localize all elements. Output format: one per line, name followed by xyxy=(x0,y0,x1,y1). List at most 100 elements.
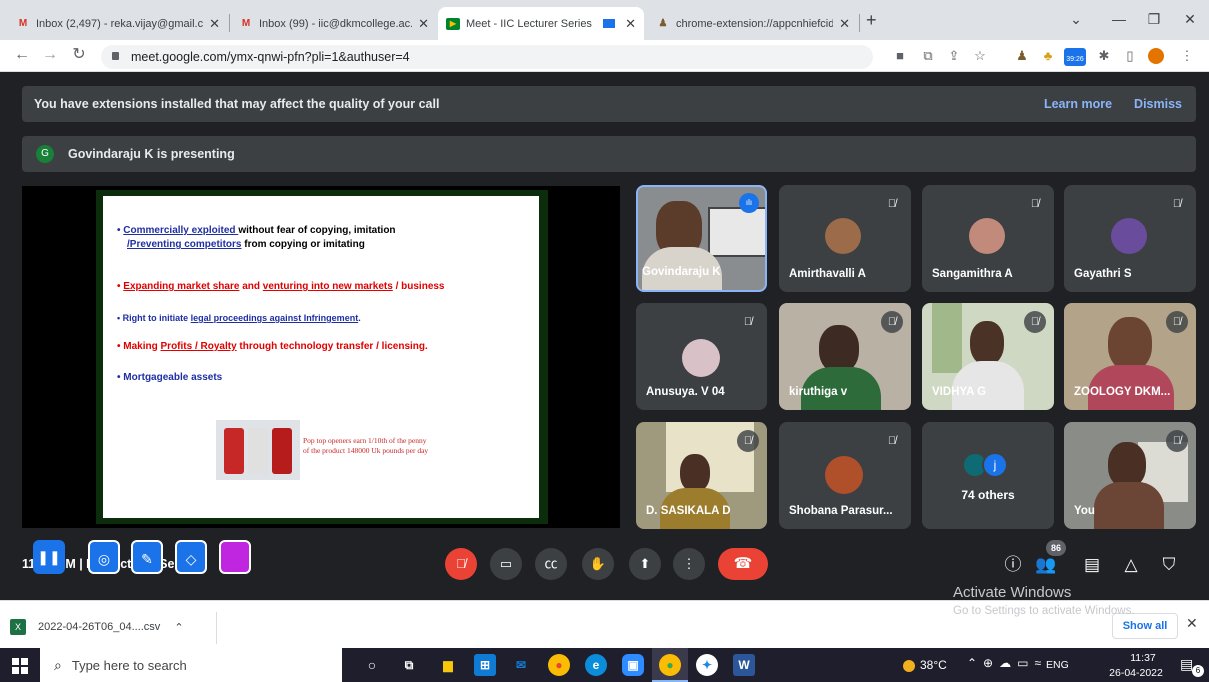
participant-avatar xyxy=(682,339,720,377)
presenting-bar: G Govindaraju K is presenting xyxy=(22,136,1196,172)
activities-icon[interactable]: △ xyxy=(1119,553,1143,577)
side-panel-icon[interactable]: ▯ xyxy=(1120,46,1140,66)
close-window-button[interactable]: ✕ xyxy=(1175,8,1205,30)
mail-icon[interactable]: ✉ xyxy=(510,654,532,676)
extensions-puzzle-icon[interactable]: ✱ xyxy=(1094,46,1114,66)
participant-tile[interactable]: 🎙̸ ZOOLOGY DKM... xyxy=(1064,303,1196,410)
chrome-icon[interactable]: ● xyxy=(659,654,681,676)
captions-button[interactable]: ㏄ xyxy=(535,548,567,580)
people-icon[interactable]: 👥 xyxy=(1034,553,1058,577)
mic-off-icon: 🎙̸ xyxy=(1166,430,1188,452)
new-tab-button[interactable]: + xyxy=(866,10,877,31)
participant-tile[interactable]: 🎙̸ kiruthiga v xyxy=(779,303,911,410)
camera-button[interactable]: ▭ xyxy=(490,548,522,580)
timer-extension-badge[interactable]: 39:26 xyxy=(1064,48,1086,66)
participant-tile[interactable]: 🎙̸ D. SASIKALA D xyxy=(636,422,767,529)
pen-icon[interactable]: ✎ xyxy=(131,540,163,574)
close-icon[interactable]: ✕ xyxy=(625,16,636,32)
tab-search-icon[interactable]: ⌄ xyxy=(1061,8,1091,30)
close-icon[interactable]: ✕ xyxy=(418,16,429,32)
extension-icon[interactable]: ♟ xyxy=(1012,46,1032,66)
taskbar-search-box[interactable]: ⌕ Type here to search xyxy=(40,648,342,682)
minimize-button[interactable]: — xyxy=(1104,8,1134,30)
participant-tile[interactable]: 🎙̸ Gayathri S xyxy=(1064,185,1196,292)
participant-tile[interactable]: 🎙̸ Shobana Parasur... xyxy=(779,422,911,529)
eraser-icon[interactable]: ◇ xyxy=(175,540,207,574)
participant-name: Amirthavalli A xyxy=(789,268,866,280)
system-tray-icons[interactable]: ⌃⊕☁▭≈ xyxy=(967,656,1047,670)
mic-off-button[interactable]: 🎙̸ xyxy=(445,548,477,580)
dismiss-button[interactable]: Dismiss xyxy=(1134,97,1182,111)
raise-hand-button[interactable]: ✋ xyxy=(582,548,614,580)
slide-text: Mortgageable assets xyxy=(123,372,223,383)
task-view-icon[interactable]: ⧉ xyxy=(398,654,420,676)
close-icon[interactable]: ✕ xyxy=(1186,615,1198,632)
chevron-up-icon[interactable]: ⌃ xyxy=(174,621,183,634)
cortana-icon[interactable]: ○ xyxy=(361,654,383,676)
clock-date[interactable]: 26-04-2022 xyxy=(1104,667,1168,679)
file-explorer-icon[interactable]: ▆ xyxy=(437,654,459,676)
word-icon[interactable]: W xyxy=(733,654,755,676)
chat-icon[interactable]: ▤ xyxy=(1080,553,1104,577)
caption-line: of the product 148000 Uk pounds per day xyxy=(303,446,429,455)
mic-off-icon: 🎙̸ xyxy=(737,311,759,333)
participant-tile[interactable]: 🎙̸ Sangamithra A xyxy=(922,185,1054,292)
others-tile[interactable]: j 74 others xyxy=(922,422,1054,529)
windows-start-icon[interactable] xyxy=(12,658,28,674)
app-icon[interactable]: ✦ xyxy=(696,654,718,676)
tab-gmail-1[interactable]: M Inbox (2,497) - reka.vijay@gmail.c ✕ xyxy=(8,7,228,40)
slide-bullet-3: • Right to initiate legal proceedings ag… xyxy=(117,313,361,323)
weather-temp[interactable]: 38°C xyxy=(920,658,947,672)
reload-icon[interactable]: ↻ xyxy=(69,44,89,66)
slide-text: / business xyxy=(392,281,445,292)
url-text: meet.google.com/ymx-qnwi-pfn?pli=1&authu… xyxy=(131,50,410,64)
lasso-icon[interactable]: ◎ xyxy=(88,540,120,574)
back-icon[interactable]: ← xyxy=(12,44,32,66)
slide-text: Making xyxy=(123,341,161,352)
lock-icon[interactable] xyxy=(112,52,119,60)
share-icon[interactable]: ⇪ xyxy=(944,46,964,66)
tab-extension[interactable]: ♟ chrome-extension://appcnhiefcid ✕ xyxy=(648,7,858,40)
tab-title: Meet - IIC Lecturer Series xyxy=(466,17,592,30)
extension-icon[interactable]: ♣ xyxy=(1038,46,1058,66)
close-icon[interactable]: ✕ xyxy=(839,16,850,32)
restore-button[interactable]: ❐ xyxy=(1139,8,1169,30)
download-item[interactable]: X 2022-04-26T06_04....csv ⌃ xyxy=(10,613,210,641)
bookmark-star-icon[interactable]: ☆ xyxy=(970,46,990,66)
camera-icon[interactable]: ■ xyxy=(890,46,910,66)
mic-off-icon: 🎙̸ xyxy=(1166,193,1188,215)
tab-gmail-2[interactable]: M Inbox (99) - iic@dkmcollege.ac.in ✕ xyxy=(231,7,437,40)
present-button[interactable]: ⬆ xyxy=(629,548,661,580)
soda-cans-image xyxy=(216,420,300,480)
profile-avatar[interactable] xyxy=(1148,48,1164,64)
close-icon[interactable]: ✕ xyxy=(209,16,220,32)
participant-avatar xyxy=(1111,218,1147,254)
host-controls-icon[interactable]: ⛉ xyxy=(1157,553,1181,577)
chrome-icon[interactable]: ● xyxy=(548,654,570,676)
zoom-icon[interactable]: ▣ xyxy=(622,654,644,676)
language-indicator[interactable]: ENG xyxy=(1046,659,1069,671)
participant-tile[interactable]: 🎙̸ Anusuya. V 04 xyxy=(636,303,767,410)
presenting-text: Govindaraju K is presenting xyxy=(68,147,235,161)
tab-meet[interactable]: ▶ Meet - IIC Lecturer Series ✕ xyxy=(438,7,644,40)
learn-more-link[interactable]: Learn more xyxy=(1044,97,1112,111)
participant-tile[interactable]: 🎙̸ Amirthavalli A xyxy=(779,185,911,292)
pause-icon[interactable]: ❚❚ xyxy=(33,540,65,574)
address-bar[interactable]: meet.google.com/ymx-qnwi-pfn?pli=1&authu… xyxy=(101,45,873,69)
participant-name: kiruthiga v xyxy=(789,386,848,398)
clock-time[interactable]: 11:37 xyxy=(1119,652,1167,664)
store-icon[interactable]: ⊞ xyxy=(474,654,496,676)
more-options-button[interactable]: ⋮ xyxy=(673,548,705,580)
color-picker-button[interactable] xyxy=(219,540,251,574)
forward-icon[interactable]: → xyxy=(40,44,60,66)
meeting-details-icon[interactable]: ⓘ xyxy=(1001,553,1025,577)
menu-kebab-icon[interactable]: ⋮ xyxy=(1177,46,1197,66)
edge-icon[interactable]: e xyxy=(585,654,607,676)
external-link-icon[interactable]: ⧉ xyxy=(918,46,938,66)
self-tile[interactable]: 🎙̸ You xyxy=(1064,422,1196,529)
participant-tile[interactable]: 🎙̸ VIDHYA G xyxy=(922,303,1054,410)
participant-tile[interactable]: ılı Govindaraju K xyxy=(636,185,767,292)
weather-sun-icon[interactable] xyxy=(903,660,915,672)
end-call-button[interactable]: ☎ xyxy=(718,548,768,580)
meet-icon: ▶ xyxy=(446,17,460,30)
